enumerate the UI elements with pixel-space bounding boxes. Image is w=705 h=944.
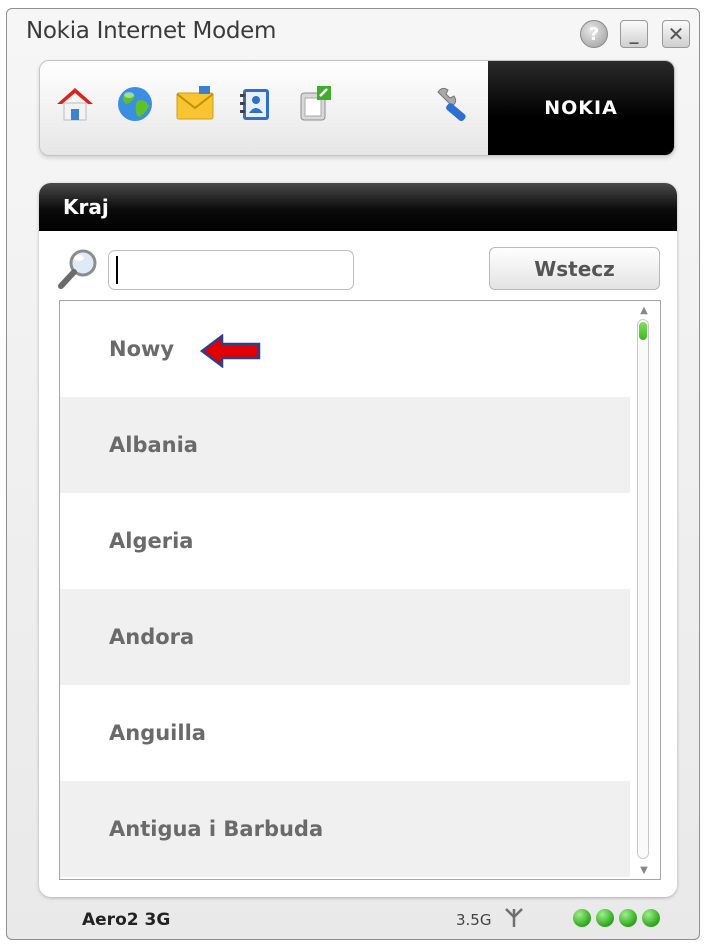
contacts-icon[interactable] [232,81,278,127]
vertical-scrollbar[interactable]: ▲ ▼ [634,303,654,877]
minimize-button[interactable]: _ [620,20,648,48]
signal-strength-dot [619,909,637,927]
panel-header: Kraj [39,183,677,231]
antenna-icon [503,906,525,928]
nokia-brand-logo: NOKIA [488,61,674,155]
messages-envelope-icon[interactable] [172,81,218,127]
scroll-down-arrow-icon[interactable]: ▼ [634,863,654,877]
list-item[interactable]: Nowy [60,301,630,397]
settings-wrench-icon[interactable] [430,81,476,127]
home-icon[interactable] [52,81,98,127]
scroll-track[interactable] [637,319,649,859]
search-icon [57,247,101,291]
search-input[interactable] [108,250,354,290]
scroll-thumb[interactable] [639,322,647,340]
window-title: Nokia Internet Modem [26,18,277,44]
list-item[interactable]: Algeria [60,493,630,589]
signal-strength-dot [573,909,591,927]
operator-name: Aero2 3G [82,910,171,930]
text-caret [116,256,118,284]
signal-strength-dot [596,909,614,927]
panel-title: Kraj [63,195,109,219]
list-item[interactable]: Antigua i Barbuda [60,781,630,877]
scroll-up-arrow-icon[interactable]: ▲ [634,303,654,317]
internet-globe-icon[interactable] [112,81,158,127]
close-button[interactable]: ✕ [662,20,690,48]
country-list[interactable]: Nowy Albania Algeria Andora Anguilla Ant… [59,300,661,880]
list-item[interactable]: Andora [60,589,630,685]
red-arrow-annotation [199,333,262,369]
back-button[interactable]: Wstecz [489,247,660,290]
sms-compose-icon[interactable] [292,81,338,127]
network-type: 3.5G [456,911,492,929]
main-toolbar: NOKIA [39,60,675,156]
help-button[interactable]: ? [580,20,608,48]
list-item[interactable]: Albania [60,397,630,493]
list-item[interactable]: Anguilla [60,685,630,781]
signal-strength-dot [642,909,660,927]
